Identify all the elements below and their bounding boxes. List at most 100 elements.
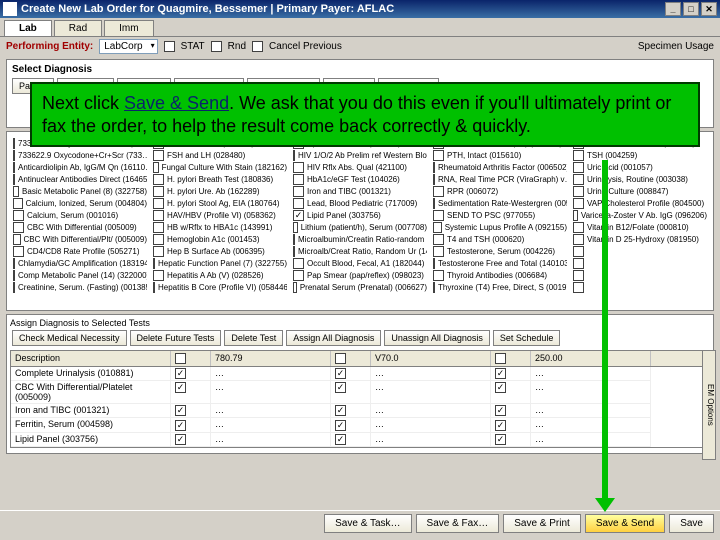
test-checkbox[interactable] [13,246,24,257]
test-item[interactable]: Fungal Culture With Stain (182162) [153,162,287,173]
test-checkbox[interactable] [293,174,304,185]
test-item[interactable]: Vitamin D 25-Hydroxy (081950) [573,234,707,245]
test-checkbox[interactable] [433,210,444,221]
order-checkbox[interactable] [175,434,186,445]
test-item[interactable]: Systemic Lupus Profile A (092155) [433,222,567,233]
test-item[interactable]: Vitamin B12/Folate (000810) [573,222,707,233]
em-options-sidetab[interactable]: EM Options [702,350,716,460]
test-checkbox[interactable] [433,246,444,257]
test-item[interactable]: Varicella-Zoster V Ab. IgG (096206) [573,210,707,221]
test-item[interactable]: Urine Culture (008847) [573,186,707,197]
rnd-checkbox[interactable] [211,41,222,52]
test-checkbox[interactable] [153,282,155,293]
test-item[interactable]: Pap Smear (pap/reflex) (098023) [293,270,427,281]
order-checkbox[interactable] [335,420,346,431]
test-item[interactable]: Thyroid Antibodies (006684) [433,270,567,281]
test-checkbox[interactable] [573,174,584,185]
cancel-checkbox[interactable] [252,41,263,52]
test-item[interactable]: Testosterone Free and Total (140103) [433,258,567,269]
order-checkbox[interactable] [175,382,186,393]
test-item[interactable]: TSH (004259) [573,150,707,161]
test-checkbox[interactable] [153,270,164,281]
test-item[interactable]: Lipid Panel (303756) [293,210,427,221]
assign-btn-5[interactable]: Set Schedule [493,330,561,346]
tab-imm[interactable]: Imm [104,20,153,36]
test-checkbox[interactable] [293,198,304,209]
test-item[interactable]: 733622.9 Oxycodone+Cr+Scr (733… [13,150,147,161]
test-item[interactable]: RNA, Real Time PCR (ViraGraph) v… [433,174,567,185]
test-checkbox[interactable] [13,162,15,173]
test-item[interactable]: HIV 1/O/2 Ab Prelim ref Western Blot… [293,150,427,161]
test-checkbox[interactable] [293,210,304,221]
specimen-usage-link[interactable]: Specimen Usage [638,41,714,52]
test-item[interactable]: CD4/CD8 Rate Profile (505271) [13,246,147,257]
test-item[interactable]: Calcium, Serum (001016) [13,210,147,221]
test-checkbox[interactable] [293,162,304,173]
test-item[interactable]: Hemoglobin A1c (001453) [153,234,287,245]
test-item[interactable]: Occult Blood, Fecal, A1 (182044) [293,258,427,269]
test-checkbox[interactable] [433,234,444,245]
order-checkbox[interactable] [495,368,506,379]
assign-btn-4[interactable]: Unassign All Diagnosis [384,330,490,346]
test-checkbox[interactable] [293,150,295,161]
test-checkbox[interactable] [433,186,444,197]
test-checkbox[interactable] [13,138,15,149]
test-checkbox[interactable] [573,234,584,245]
test-checkbox[interactable] [293,234,295,245]
order-checkbox[interactable] [495,405,506,416]
test-checkbox[interactable] [573,150,584,161]
order-checkbox[interactable] [175,368,186,379]
test-item[interactable]: CBC With Differential/Plt/ (005009) [13,234,147,245]
test-item[interactable]: HbA1c/eGF Test (104026) [293,174,427,185]
test-checkbox[interactable] [433,198,435,209]
test-item[interactable]: Prenatal Serum (Prenatal) (006627) [293,282,427,293]
test-item[interactable] [573,258,707,269]
test-item[interactable]: RPR (006072) [433,186,567,197]
test-checkbox[interactable] [153,198,164,209]
test-item[interactable]: Microalb/Creat Ratio, Random Ur (140… [293,246,427,257]
test-item[interactable]: Creatinine, Serum. (Fasting) (001385) [13,282,147,293]
minimize-button[interactable]: _ [665,2,681,16]
test-item[interactable]: Hepatic Function Panel (7) (322755) [153,258,287,269]
test-checkbox[interactable] [13,270,15,281]
test-checkbox[interactable] [13,234,21,245]
test-item[interactable]: H. pylori Stool Ag, EIA (180764) [153,198,287,209]
test-checkbox[interactable] [153,150,164,161]
test-item[interactable]: Hep B Surface Ab (006395) [153,246,287,257]
col-checkbox[interactable] [495,353,506,364]
test-checkbox[interactable] [153,222,164,233]
test-checkbox[interactable] [573,222,584,233]
test-checkbox[interactable] [573,186,584,197]
test-item[interactable]: Microalbumin/Creatin Ratio-random (140… [293,234,427,245]
test-item[interactable]: Chlamydia/GC Amplification (183194) [13,258,147,269]
footer-btn-save-fax-[interactable]: Save & Fax… [416,514,500,533]
test-item[interactable] [573,282,707,293]
test-checkbox[interactable] [13,150,15,161]
test-item[interactable]: Calcium, Ionized, Serum (004804) [13,198,147,209]
test-item[interactable]: Lithium (patient/h), Serum (007708) [293,222,427,233]
test-item[interactable]: T4 and TSH (000620) [433,234,567,245]
test-checkbox[interactable] [573,270,584,281]
test-item[interactable]: HIV Rflx Abs. Qual (421100) [293,162,427,173]
test-item[interactable]: FSH and LH (028480) [153,150,287,161]
assign-btn-0[interactable]: Check Medical Necessity [12,330,127,346]
test-checkbox[interactable] [573,198,584,209]
test-checkbox[interactable] [573,210,578,221]
assign-btn-3[interactable]: Assign All Diagnosis [286,330,381,346]
test-checkbox[interactable] [433,270,444,281]
test-checkbox[interactable] [13,222,24,233]
test-checkbox[interactable] [13,198,23,209]
order-checkbox[interactable] [495,382,506,393]
test-item[interactable]: Testosterone, Serum (004226) [433,246,567,257]
close-button[interactable]: ✕ [701,2,717,16]
assign-btn-1[interactable]: Delete Future Tests [130,330,222,346]
order-checkbox[interactable] [495,420,506,431]
test-checkbox[interactable] [13,186,19,197]
test-item[interactable]: Antinuclear Antibodies Direct (164656) [13,174,147,185]
test-checkbox[interactable] [13,282,15,293]
test-checkbox[interactable] [573,258,584,269]
order-checkbox[interactable] [175,420,186,431]
test-checkbox[interactable] [573,162,584,173]
footer-btn-save-send[interactable]: Save & Send [585,514,665,533]
test-checkbox[interactable] [573,246,584,257]
